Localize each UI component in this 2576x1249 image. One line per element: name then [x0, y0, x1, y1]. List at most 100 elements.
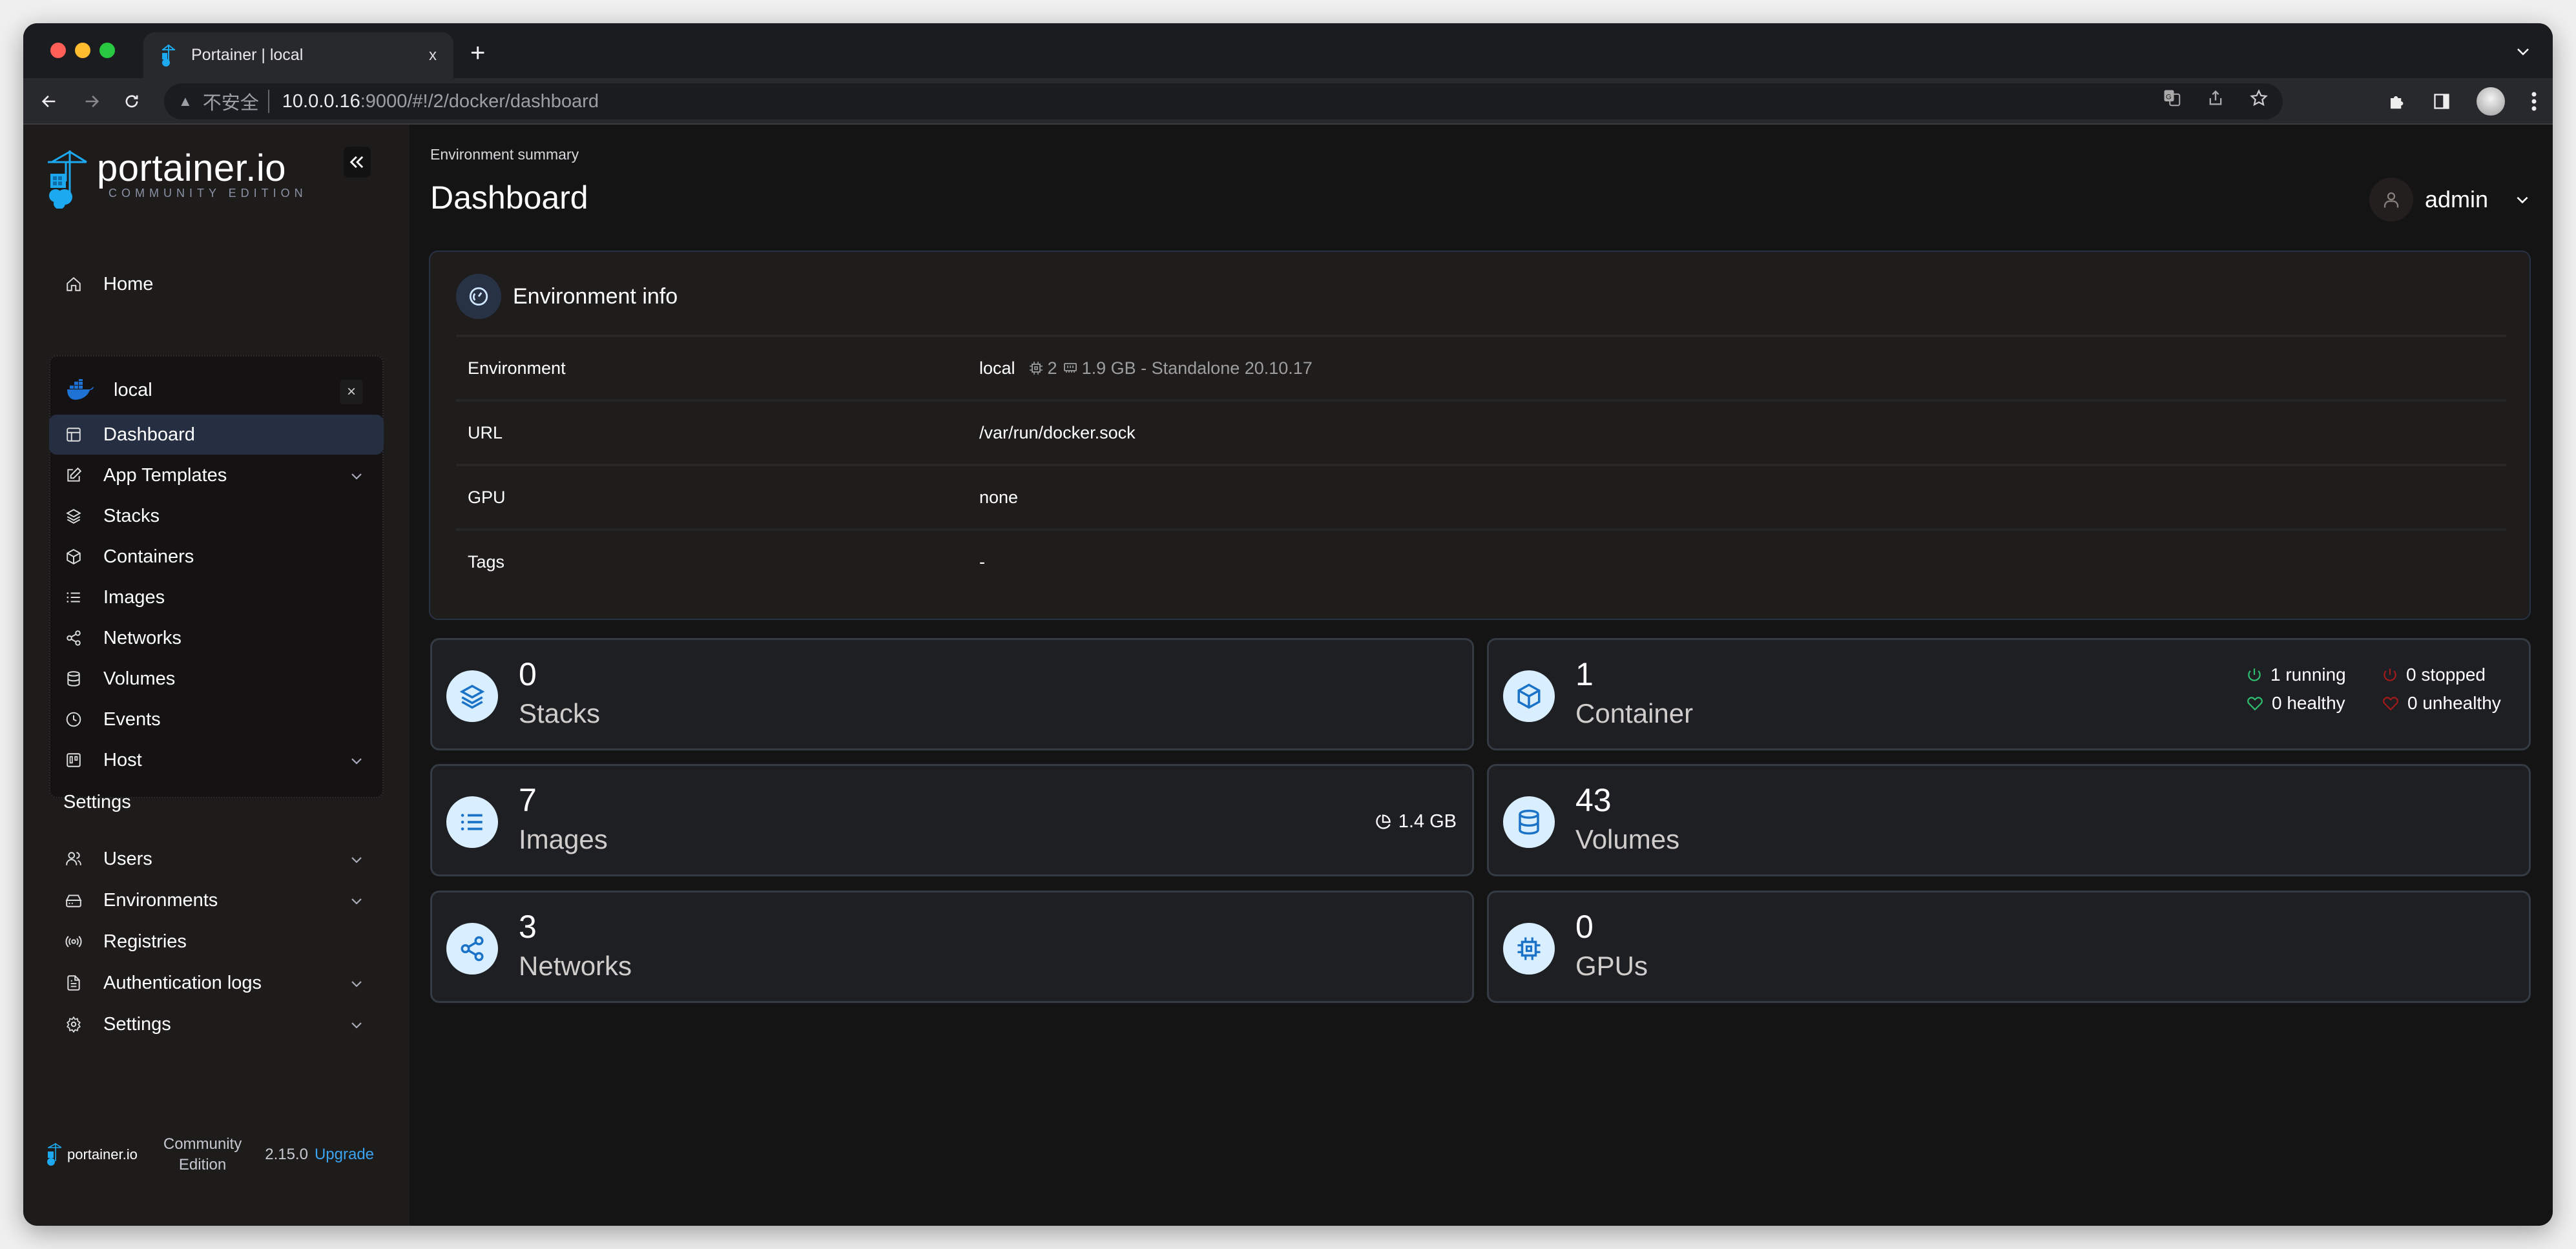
containers-card[interactable]: 1 Container 1 running 0 stopped 0 health… — [1487, 638, 2531, 750]
sidebar-item-stacks[interactable]: Stacks — [49, 496, 384, 536]
sidebar-item-images[interactable]: Images — [49, 577, 384, 617]
portainer-favicon-icon — [162, 44, 175, 67]
list-icon — [65, 588, 83, 606]
footer-edition-line2: Edition — [178, 1156, 227, 1173]
sidebar-item-label: Dashboard — [103, 424, 195, 445]
environment-name: local — [114, 379, 152, 400]
gpus-label: GPUs — [1575, 951, 1648, 981]
healthy-status: 0 healthy — [2246, 693, 2345, 714]
gear-icon — [65, 1015, 83, 1033]
images-card[interactable]: 7 Images 1.4 GB — [430, 764, 1474, 876]
stacks-card[interactable]: 0 Stacks — [430, 638, 1474, 750]
memory-icon — [1063, 363, 1077, 373]
chevron-down-icon[interactable] — [349, 753, 364, 769]
networks-card[interactable]: 3 Networks — [430, 891, 1474, 1003]
forward-button[interactable] — [80, 90, 103, 113]
share-icon[interactable] — [2207, 88, 2225, 108]
hard-drive-icon — [65, 891, 83, 909]
chevron-down-icon — [2517, 196, 2528, 204]
tab-title: Portainer | local — [191, 46, 304, 64]
warning-icon: ▲ — [178, 93, 192, 109]
new-tab-button[interactable]: + — [470, 40, 485, 66]
edit-icon — [65, 466, 83, 484]
chevron-down-icon[interactable] — [349, 893, 364, 909]
sidebar-item-app-templates[interactable]: App Templates — [49, 455, 384, 495]
logo-edition: COMMUNITY EDITION — [109, 187, 307, 200]
sidebar-item-environments[interactable]: Environments — [49, 880, 384, 920]
sidebar-item-label: Users — [103, 848, 152, 869]
sidebar-item-label: Containers — [103, 546, 194, 567]
chevron-down-icon[interactable] — [349, 976, 364, 991]
close-environment-button[interactable]: × — [340, 380, 363, 404]
insecure-label: 不安全 — [202, 93, 259, 114]
containers-label: Container — [1575, 698, 1694, 728]
volumes-label: Volumes — [1575, 824, 1680, 854]
info-key: GPU — [468, 487, 506, 507]
browser-extensions — [2387, 87, 2537, 116]
chevron-down-icon[interactable] — [349, 1017, 364, 1033]
images-size-value: 1.4 GB — [1398, 811, 1457, 832]
info-row-url: URL /var/run/docker.sock — [456, 399, 2506, 464]
gpus-card[interactable]: 0 GPUs — [1487, 891, 2531, 1003]
user-menu[interactable]: admin — [2369, 178, 2531, 222]
sidebar-item-label: Events — [103, 708, 161, 730]
sidebar-item-volumes[interactable]: Volumes — [49, 659, 384, 699]
extensions-puzzle-icon[interactable] — [2387, 92, 2407, 111]
sidebar-item-home[interactable]: Home — [49, 264, 384, 304]
side-panel-icon[interactable] — [2433, 92, 2451, 111]
heart-icon — [2383, 697, 2398, 711]
power-icon — [2248, 668, 2261, 681]
stopped-status: 0 stopped — [2382, 665, 2486, 685]
sidebar-item-host[interactable]: Host — [49, 740, 384, 780]
chevron-down-icon[interactable] — [349, 468, 364, 484]
minimize-window-button[interactable] — [75, 43, 90, 58]
sidebar-item-authentication-logs[interactable]: Authentication logs — [49, 963, 384, 1003]
environment-header: local × — [66, 371, 369, 409]
home-icon — [65, 275, 83, 293]
box-icon — [1503, 670, 1555, 722]
cpu-icon — [1503, 923, 1555, 975]
profile-avatar[interactable] — [2477, 87, 2505, 116]
footer-edition: Community Edition — [163, 1134, 242, 1175]
upgrade-link[interactable]: Upgrade — [315, 1146, 374, 1164]
browser-toolbar: ▲ 不安全 10.0.0.16 :9000/#!/2/docker/dashbo… — [23, 78, 2553, 125]
reload-icon — [125, 95, 138, 108]
sidebar-item-settings[interactable]: Settings — [49, 1004, 384, 1044]
address-bar[interactable]: ▲ 不安全 10.0.0.16 :9000/#!/2/docker/dashbo… — [164, 83, 2283, 119]
environment-info-panel: Environment info Environment local 2 1.9… — [429, 251, 2531, 620]
tab-bar: Portainer | local x + — [23, 23, 2553, 78]
user-icon — [2384, 192, 2399, 208]
info-key: URL — [468, 422, 503, 442]
sidebar-item-registries[interactable]: Registries — [49, 922, 384, 962]
sidebar-item-dashboard[interactable]: Dashboard — [49, 415, 384, 455]
more-vertical-icon[interactable] — [2531, 91, 2537, 112]
memory-and-type: 1.9 GB - Standalone 20.10.17 — [1081, 358, 1313, 378]
sidebar-item-events[interactable]: Events — [49, 699, 384, 739]
chevron-down-icon[interactable] — [349, 852, 364, 867]
collapse-sidebar-button[interactable] — [344, 147, 371, 178]
containers-count: 1 — [1575, 656, 1594, 692]
sidebar: portainer.io COMMUNITY EDITION Home loca… — [23, 125, 410, 1226]
reload-button[interactable] — [120, 90, 143, 113]
info-row-tags: Tags - — [456, 528, 2506, 593]
browser-tab[interactable]: Portainer | local x — [143, 32, 453, 78]
sidebar-item-networks[interactable]: Networks — [49, 618, 384, 658]
images-count: 7 — [519, 782, 537, 818]
unhealthy-status: 0 unhealthy — [2382, 693, 2501, 714]
footer-wordmark: portainer.io — [67, 1146, 138, 1162]
translate-icon[interactable]: G — [2163, 88, 2182, 108]
back-button[interactable] — [37, 90, 61, 113]
arrow-right-icon — [85, 95, 99, 108]
bookmark-star-icon[interactable] — [2249, 88, 2269, 108]
tab-search-chevron-icon[interactable] — [2515, 44, 2531, 59]
sidebar-item-users[interactable]: Users — [49, 839, 384, 879]
sidebar-item-containers[interactable]: Containers — [49, 537, 384, 577]
portainer-logo[interactable]: portainer.io COMMUNITY EDITION — [47, 149, 307, 209]
arrow-left-icon — [41, 95, 56, 108]
tab-close-button[interactable]: x — [429, 46, 437, 65]
info-value: none — [979, 487, 1019, 507]
close-window-button[interactable] — [50, 43, 66, 58]
volumes-card[interactable]: 43 Volumes — [1487, 764, 2531, 876]
sidebar-item-label: Registries — [103, 931, 187, 952]
maximize-window-button[interactable] — [99, 43, 115, 58]
